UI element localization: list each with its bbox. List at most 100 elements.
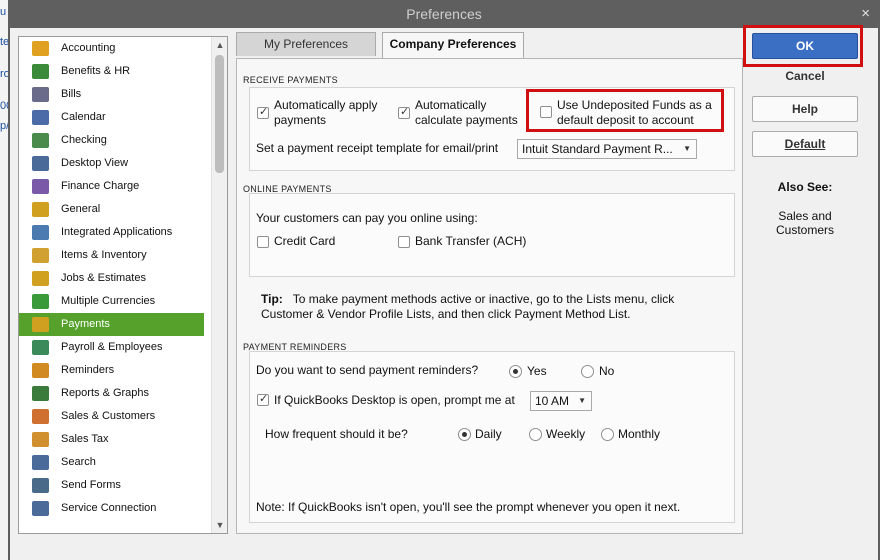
desktop-icon: [32, 156, 49, 171]
sidebar-item-label: Multiple Currencies: [61, 295, 156, 307]
sidebar-item-label: Reports & Graphs: [61, 387, 150, 399]
scroll-up-icon[interactable]: ▲: [215, 40, 225, 50]
chevron-down-icon: ▼: [683, 144, 691, 153]
prompt-label: If QuickBooks Desktop is open, prompt me…: [274, 393, 515, 407]
sidebar-item-sales-tax[interactable]: Sales Tax: [19, 428, 227, 451]
scroll-down-icon[interactable]: ▼: [215, 520, 225, 530]
chevron-down-icon: ▼: [578, 396, 586, 405]
sidebar-item-reminders[interactable]: Reminders: [19, 359, 227, 382]
sidebar-item-label: General: [61, 203, 101, 215]
auto-apply-checkbox[interactable]: [257, 105, 269, 119]
online-intro: Your customers can pay you online using:: [256, 211, 478, 225]
sidebar-item-service-connection[interactable]: Service Connection: [19, 497, 227, 520]
sidebar-item-general[interactable]: General: [19, 198, 227, 221]
sidebar-item-finance-charge[interactable]: Finance Charge: [19, 175, 227, 198]
payroll-icon: [32, 340, 49, 355]
dialog-content: Accounting Benefits & HR Bills Calendar Chec…: [10, 25, 878, 560]
percent-icon: [32, 179, 49, 194]
service-connection-icon: [32, 501, 49, 516]
sidebar-item-label: Sales Tax: [61, 433, 109, 445]
bills-icon: [32, 87, 49, 102]
default-button[interactable]: Default: [752, 131, 858, 157]
auto-calc-line2: calculate payments: [415, 113, 518, 127]
prompt-checkbox[interactable]: [257, 392, 269, 406]
window-title: Preferences: [406, 6, 482, 22]
sidebar-item-calendar[interactable]: Calendar: [19, 106, 227, 129]
sidebar-item-search[interactable]: Search: [19, 451, 227, 474]
people-icon: [32, 64, 49, 79]
undeposited-funds-checkbox[interactable]: [540, 106, 552, 118]
frequency-daily-radio[interactable]: [458, 428, 471, 441]
sidebar-item-label: Send Forms: [61, 479, 121, 491]
auto-apply-line2: payments: [274, 113, 327, 127]
reminder-yes-radio[interactable]: [509, 365, 522, 378]
sidebar-item-desktop-view[interactable]: Desktop View: [19, 152, 227, 175]
close-icon[interactable]: ×: [861, 0, 870, 28]
also-see-title: Also See:: [777, 180, 833, 194]
sidebar-item-checking[interactable]: Checking: [19, 129, 227, 152]
frequency-weekly-radio[interactable]: [529, 428, 542, 441]
scroll-thumb[interactable]: [215, 55, 224, 173]
sidebar-item-items-inventory[interactable]: Items & Inventory: [19, 244, 227, 267]
category-items: Accounting Benefits & HR Bills Calendar Chec…: [19, 37, 227, 520]
cancel-button[interactable]: Cancel: [752, 64, 858, 90]
sidebar-item-multiple-currencies[interactable]: Multiple Currencies: [19, 290, 227, 313]
reminder-no-radio[interactable]: [581, 365, 594, 378]
preferences-window: Preferences × Accounting Benefits & HR Bil…: [8, 0, 880, 560]
ok-button[interactable]: OK: [752, 33, 858, 59]
reminder-yes-label: Yes: [527, 364, 547, 378]
sidebar-item-label: Accounting: [61, 42, 116, 54]
sidebar-item-reports-graphs[interactable]: Reports & Graphs: [19, 382, 227, 405]
reminder-question: Do you want to send payment reminders?: [256, 363, 479, 377]
sidebar-item-send-forms[interactable]: Send Forms: [19, 474, 227, 497]
search-icon: [32, 455, 49, 470]
prompt-time-dropdown[interactable]: 10 AM ▼: [530, 391, 592, 411]
also-see-link-line1: Sales and: [778, 209, 832, 223]
clock-icon: [32, 363, 49, 378]
undeposited-line2: default deposit to account: [557, 113, 694, 127]
also-see-link[interactable]: Sales and Customers: [752, 209, 858, 237]
auto-calc-checkbox[interactable]: [398, 105, 410, 119]
frequency-weekly-label: Weekly: [546, 427, 586, 441]
help-button[interactable]: Help: [752, 96, 858, 122]
auto-apply-line1: Automatically apply: [274, 98, 378, 112]
credit-card-checkbox[interactable]: [257, 236, 269, 248]
tip-line1: To make payment methods active or inacti…: [292, 292, 675, 306]
bg-glyph: u: [0, 6, 7, 18]
sidebar-item-benefits-hr[interactable]: Benefits & HR: [19, 60, 227, 83]
sidebar-item-label: Sales & Customers: [61, 410, 156, 422]
sidebar-item-integrated-applications[interactable]: Integrated Applications: [19, 221, 227, 244]
sidebar-item-sales-customers[interactable]: Sales & Customers: [19, 405, 227, 428]
frequency-daily-label: Daily: [475, 427, 502, 441]
template-dropdown[interactable]: Intuit Standard Payment R... ▼: [517, 139, 697, 159]
reminder-no-label: No: [599, 364, 615, 378]
integrated-apps-icon: [32, 225, 49, 240]
sidebar-item-label: Search: [61, 456, 96, 468]
tip-label: Tip:: [261, 292, 283, 306]
bank-transfer-checkbox[interactable]: [398, 236, 410, 248]
auto-apply-label: Automatically apply payments: [274, 98, 377, 128]
sidebar-item-label: Service Connection: [61, 502, 157, 514]
undeposited-funds-label: Use Undeposited Funds as a default depos…: [557, 98, 712, 128]
sidebar-item-jobs-estimates[interactable]: Jobs & Estimates: [19, 267, 227, 290]
prompt-time-value: 10 AM: [535, 394, 570, 408]
sidebar-item-bills[interactable]: Bills: [19, 83, 227, 106]
tip-line2: Customer & Vendor Profile Lists, and the…: [261, 307, 631, 321]
sidebar-item-accounting[interactable]: Accounting: [19, 37, 227, 60]
template-value: Intuit Standard Payment R...: [522, 142, 673, 156]
sidebar-item-payments[interactable]: Payments: [19, 313, 204, 336]
credit-card-label: Credit Card: [274, 234, 336, 248]
sidebar-item-label: Checking: [61, 134, 107, 146]
tab-company-preferences[interactable]: Company Preferences: [382, 32, 524, 58]
scrollbar[interactable]: ▲ ▼: [211, 37, 227, 533]
payments-icon: [32, 317, 49, 332]
receive-payments-title: RECEIVE PAYMENTS: [243, 75, 338, 85]
undeposited-line1: Use Undeposited Funds as a: [557, 98, 712, 112]
preferences-category-list[interactable]: Accounting Benefits & HR Bills Calendar Chec…: [18, 36, 228, 534]
frequency-monthly-label: Monthly: [618, 427, 661, 441]
send-forms-icon: [32, 478, 49, 493]
frequency-monthly-radio[interactable]: [601, 428, 614, 441]
sidebar-item-payroll-employees[interactable]: Payroll & Employees: [19, 336, 227, 359]
tip-text: Tip: To make payment methods active or i…: [261, 292, 674, 322]
tab-my-preferences[interactable]: My Preferences: [236, 32, 376, 56]
